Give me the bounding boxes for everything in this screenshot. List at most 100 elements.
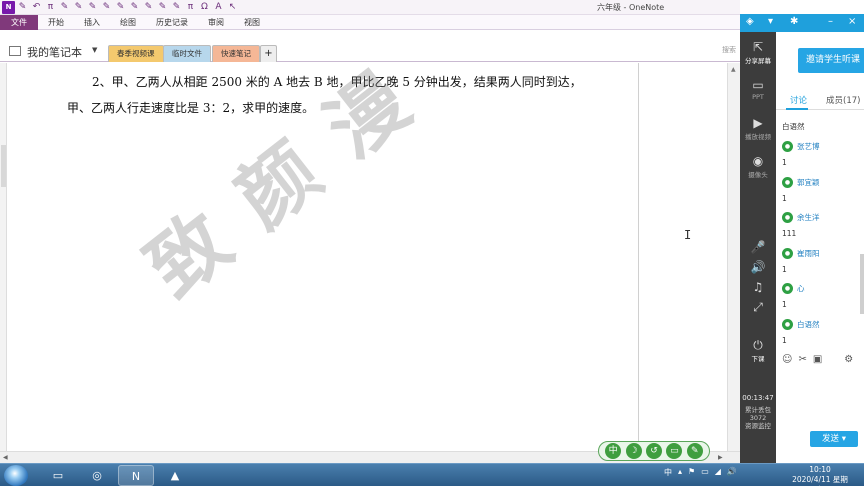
window-title: 六年级 - OneNote (597, 3, 665, 12)
monitor-icon[interactable]: ▭ (701, 467, 709, 478)
class-panel-tabs: 讨论 成员(17) (776, 90, 864, 110)
scissors-icon[interactable]: ✂ (798, 354, 806, 370)
chat-scrollbar[interactable] (860, 254, 864, 314)
tab-file[interactable]: 文件 (0, 15, 38, 30)
chat-sender[interactable]: 余生洋 (797, 212, 820, 223)
chat-item: ● 心 1 (782, 280, 860, 316)
margin-marker (1, 145, 6, 187)
speaker-icon[interactable]: 🔊 (740, 260, 776, 274)
invite-students-button[interactable]: 邀请学生听课 (798, 48, 864, 73)
tab-history[interactable]: 历史记录 (146, 15, 198, 30)
tray-expand-icon[interactable]: ▴ (678, 467, 682, 478)
page-divider (638, 63, 639, 463)
chat-sender[interactable]: 心 (797, 283, 805, 294)
pen-icon[interactable]: ✎ (114, 1, 127, 14)
settings-icon[interactable]: ✎ (686, 443, 703, 459)
chevron-down-icon[interactable]: ▾ (768, 16, 773, 27)
chat-list[interactable]: ● 张艺博 1 ● 郭宜颖 1 ● 余生洋 111 ● 崔雨阳 1 ● 心 1 … (782, 138, 860, 351)
share-screen-button[interactable]: ⇱ 分享屏幕 (740, 40, 776, 65)
microphone-icon[interactable]: 🎤 (740, 240, 776, 254)
network-stats: 累计丢包 3072 资源监控 (745, 406, 771, 430)
notebook-name[interactable]: 我的笔记本 (27, 44, 82, 60)
gear-icon[interactable]: ⚙ (844, 354, 853, 370)
minimize-icon[interactable]: – (828, 16, 833, 27)
chat-sender[interactable]: 白语然 (797, 319, 820, 330)
chat-item: ● 崔雨阳 1 (782, 245, 860, 281)
pi-icon[interactable]: π (184, 1, 197, 14)
chat-sender[interactable]: 郭宜颖 (797, 177, 820, 188)
tab-discussion[interactable]: 讨论 (790, 94, 807, 106)
chat-sender[interactable]: 张艺博 (797, 141, 820, 152)
title-bar: N ✎ ↶ π ✎ ✎ ✎ ✎ ✎ ✎ ✎ ✎ ✎ π Ω A ↖ 六年级 - … (0, 0, 740, 15)
tab-view[interactable]: 视图 (234, 15, 270, 30)
tab-draw[interactable]: 绘图 (110, 15, 146, 30)
ribbon-tabs: 文件 开始 插入 绘图 历史记录 审阅 视图 (0, 15, 740, 30)
play-video-button[interactable]: ▶ 播放视频 (740, 116, 776, 141)
moon-icon[interactable]: ☽ (625, 443, 642, 459)
pi-icon[interactable]: π (44, 1, 57, 14)
send-button[interactable]: 发送 ▾ (810, 431, 858, 447)
music-icon[interactable]: ♫ (740, 280, 776, 294)
keyboard-icon[interactable]: ▭ (666, 443, 683, 459)
pen-icon[interactable]: ✎ (58, 1, 71, 14)
pen-icon[interactable]: ✎ (156, 1, 169, 14)
pen-icon[interactable]: ✎ (142, 1, 155, 14)
notebook-icon[interactable] (9, 46, 21, 56)
scroll-right-icon[interactable]: ▶ (718, 454, 723, 461)
add-section-button[interactable]: + (260, 45, 277, 62)
section-tab[interactable]: 快速笔记 (212, 45, 260, 62)
file-explorer-icon[interactable]: ▭ (40, 465, 76, 486)
search-input[interactable]: 搜索 (722, 45, 740, 59)
class-timer: 00:13:47 (742, 394, 774, 402)
fullscreen-icon[interactable]: ⤢ (740, 300, 776, 314)
pen-icon[interactable]: ✎ (16, 1, 29, 14)
onenote-taskbar-icon[interactable]: N (118, 465, 154, 486)
ppt-button[interactable]: ▭ PPT (740, 78, 776, 101)
chevron-down-icon[interactable]: ▼ (92, 46, 97, 54)
chrome-icon[interactable]: ◎ (79, 465, 115, 486)
wechat-icon: ● (782, 176, 793, 188)
pen-icon[interactable]: ✎ (170, 1, 183, 14)
section-tab[interactable]: 春季视频课 (108, 45, 164, 62)
emoji-icon[interactable]: ☺ (782, 354, 792, 370)
chat-message: 1 (782, 193, 787, 203)
tab-members[interactable]: 成员(17) (826, 94, 860, 106)
system-tray: 中 ▴ ⚑ ▭ ◢ 🔊 (664, 467, 737, 478)
camera-button[interactable]: ◉ 摄像头 (740, 154, 776, 179)
tab-insert[interactable]: 插入 (74, 15, 110, 30)
ime-indicator[interactable]: 中 (664, 467, 672, 478)
taskbar-clock[interactable]: 10:10 2020/4/11 星期六 (790, 465, 850, 486)
undo-icon[interactable]: ↶ (30, 1, 43, 14)
start-button[interactable] (4, 465, 28, 486)
omega-icon[interactable]: Ω (198, 1, 211, 14)
scroll-left-icon[interactable]: ◀ (3, 454, 8, 461)
scroll-up-icon[interactable]: ▲ (731, 66, 736, 73)
pen-icon[interactable]: ✎ (100, 1, 113, 14)
pen-icon[interactable]: ✎ (72, 1, 85, 14)
shield-icon[interactable]: ◈ (746, 16, 754, 27)
section-tab[interactable]: 临时文件 (163, 45, 211, 62)
tab-home[interactable]: 开始 (38, 15, 74, 30)
ime-chinese-button[interactable]: 中 (605, 443, 622, 459)
wechat-icon: ● (782, 141, 793, 152)
power-icon: ⏻ (753, 338, 763, 352)
select-icon[interactable]: ↖ (226, 1, 239, 14)
pen-icon[interactable]: ✎ (128, 1, 141, 14)
flag-icon[interactable]: ⚑ (688, 467, 695, 478)
punctuation-icon[interactable]: ↺ (645, 443, 662, 459)
end-class-button[interactable]: ⏻ 下课 (740, 338, 776, 363)
tab-review[interactable]: 审阅 (198, 15, 234, 30)
close-icon[interactable]: × (848, 16, 856, 27)
text-icon[interactable]: A (212, 1, 225, 14)
play-icon: ▶ (753, 116, 763, 130)
chat-sender[interactable]: 崔雨阳 (797, 248, 820, 259)
wechat-icon: ● (782, 283, 793, 294)
wechat-icon: ● (782, 247, 793, 259)
network-icon[interactable]: ◢ (715, 467, 721, 478)
image-icon[interactable]: ▣ (813, 354, 822, 370)
volume-icon[interactable]: 🔊 (727, 467, 737, 478)
vertical-scrollbar[interactable]: ▲ (727, 63, 740, 463)
pin-icon[interactable]: ✱ (790, 16, 798, 27)
pen-icon[interactable]: ✎ (86, 1, 99, 14)
class-app-icon[interactable]: ▲ (157, 465, 193, 486)
